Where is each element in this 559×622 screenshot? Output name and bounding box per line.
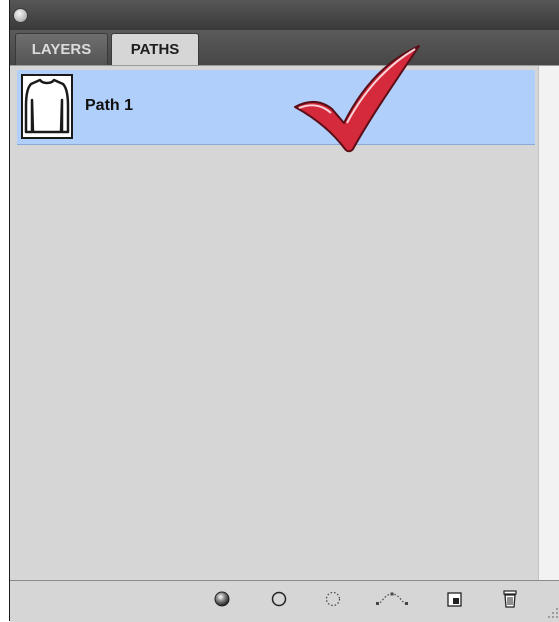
filled-circle-icon (214, 591, 230, 607)
panel-footer (10, 580, 559, 622)
paths-panel: ◂◂ LAYERS PATHS ▾☰ Path 1 (9, 0, 559, 622)
make-work-path-button[interactable] (374, 588, 410, 610)
new-path-button[interactable] (444, 588, 466, 610)
path-name: Path 1 (85, 97, 134, 114)
path-row[interactable]: Path 1 (17, 45, 535, 153)
tab-paths[interactable]: PATHS (111, 33, 199, 65)
scrollbar-track[interactable] (538, 66, 559, 581)
stroke-path-button[interactable] (268, 588, 290, 610)
close-panel-button[interactable] (14, 9, 27, 22)
delete-path-button[interactable] (499, 588, 521, 610)
path-thumbnail (21, 74, 73, 139)
work-path-icon (376, 592, 408, 605)
load-as-selection-button[interactable] (322, 588, 344, 610)
resize-grip-icon[interactable] (544, 604, 559, 620)
new-page-icon (447, 592, 462, 607)
tab-layers[interactable]: LAYERS (15, 33, 108, 65)
fill-path-button[interactable] (211, 588, 233, 610)
outline-circle-icon (271, 591, 287, 607)
paths-list: Path 1 (10, 45, 559, 581)
checkmark-icon (294, 45, 420, 153)
dotted-circle-icon (325, 591, 341, 607)
panel-titlebar: ◂◂ (10, 0, 559, 30)
long-sleeve-shirt-icon (23, 76, 71, 137)
trash-icon (503, 590, 517, 608)
